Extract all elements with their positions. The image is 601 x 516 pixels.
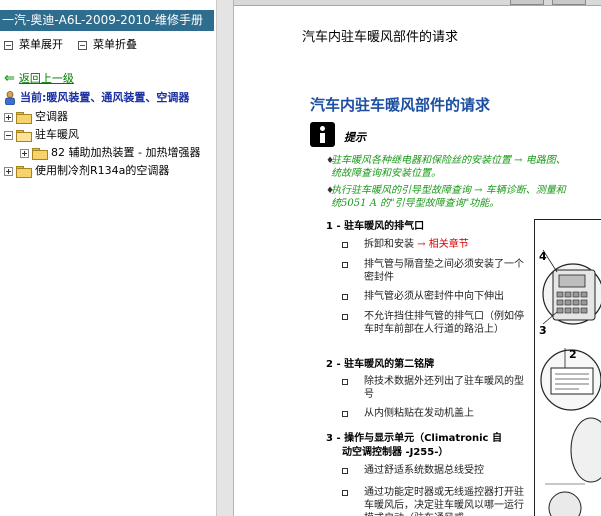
section-heading-line: 3 - 操作与显示单元（Climatronic 自 bbox=[326, 433, 502, 444]
panel-splitter[interactable] bbox=[217, 0, 234, 516]
manual-title: 一汽-奥迪-A6L-2009-2010-维修手册 bbox=[2, 13, 204, 27]
section-heading-line: 动空调控制器 -J255-） bbox=[342, 447, 449, 458]
related-chapter-link[interactable]: → 相关章节 bbox=[414, 239, 469, 250]
folder-icon bbox=[32, 147, 48, 160]
hint-label: 提示 bbox=[344, 131, 366, 144]
checkbox-bullet-icon bbox=[342, 262, 348, 268]
checkbox-bullet-icon bbox=[342, 411, 348, 417]
section-item: 排气管与隔音垫之间必须安装了一个密封件 bbox=[364, 259, 524, 283]
person-icon bbox=[5, 91, 15, 105]
current-location-label: 当前:暖风装置、通风装置、空调器 bbox=[20, 91, 190, 104]
open-folder-icon bbox=[16, 129, 32, 142]
checkbox-bullet-icon bbox=[342, 242, 348, 248]
checkbox-bullet-icon bbox=[342, 294, 348, 300]
figure-label: 3 bbox=[539, 324, 547, 337]
expand-plus-icon[interactable] bbox=[4, 112, 13, 122]
hint-note-text: 统5051 A 的"引导型故障查询"功能。 bbox=[331, 198, 500, 209]
collapse-minus-icon[interactable] bbox=[4, 130, 13, 140]
hint-note-text: 驻车暖风各种继电器和保险丝的安装位置 bbox=[331, 155, 511, 166]
back-link[interactable]: ⇐ 返回上一级 bbox=[4, 72, 74, 86]
section-item: 从内侧粘贴在发动机盖上 bbox=[364, 408, 474, 419]
document-title: 汽车内驻车暖风部件的请求 bbox=[310, 96, 491, 114]
checkbox-bullet-icon bbox=[342, 379, 348, 385]
tree-item-label: 82 辅助加热装置 - 加热增强器 bbox=[51, 146, 201, 159]
navigation-panel: 一汽-奥迪-A6L-2009-2010-维修手册 菜单展开 菜单折叠 ⇐ 返回上… bbox=[0, 0, 217, 516]
figure-label: 2 bbox=[569, 348, 577, 361]
component-drawing bbox=[540, 249, 601, 516]
document-view: 汽车内驻车暖风部件的请求 汽车内驻车暖风部件的请求 提示 ♦ 驻车暖风各种继电器… bbox=[234, 6, 601, 516]
tree-item-label: 空调器 bbox=[35, 110, 68, 123]
tree-item-parking-heater[interactable]: 驻车暖风 bbox=[4, 127, 79, 143]
expand-plus-icon[interactable] bbox=[4, 166, 13, 176]
hint-note-text: 执行驻车暖风的引导型故障查询 bbox=[331, 185, 471, 196]
checkbox-bullet-icon bbox=[342, 468, 348, 474]
figure-label: 4 bbox=[539, 250, 547, 263]
document-header: 汽车内驻车暖风部件的请求 bbox=[302, 30, 459, 45]
section-heading: 3 - 操作与显示单元（Climatronic 自 动空调控制器 -J255-） bbox=[326, 432, 502, 460]
section-item: 拆卸和安装 → 相关章节 bbox=[364, 238, 528, 251]
back-arrow-icon: ⇐ bbox=[4, 71, 15, 86]
hint-note: 驻车暖风各种继电器和保险丝的安装位置 → 电路图、 统故障查询和安装位置。 bbox=[331, 154, 601, 180]
section-item: 通过舒适系统数据总线受控 bbox=[364, 465, 484, 476]
expand-menu-label: 菜单展开 bbox=[19, 38, 63, 51]
section-item: 除技术数据外还列出了驻车暖风的型号 bbox=[364, 376, 524, 400]
folder-icon bbox=[16, 111, 32, 124]
tree-item-auxiliary-heater[interactable]: 82 辅助加热装置 - 加热增强器 bbox=[20, 145, 200, 161]
expand-plus-icon[interactable] bbox=[20, 148, 29, 158]
toolbar-button[interactable] bbox=[510, 0, 544, 5]
tree-item-r134a-ac[interactable]: 使用制冷剂R134a的空调器 bbox=[4, 163, 169, 179]
expand-menu-button[interactable]: 菜单展开 bbox=[4, 38, 63, 52]
section-item: 不允许挡住排气管的排气口（例如停车时车前部在人行道的路沿上） bbox=[364, 311, 524, 335]
section-heading: 1 - 驻车暖风的排气口 bbox=[326, 221, 425, 232]
tree-item-label: 驻车暖风 bbox=[35, 128, 79, 141]
folder-icon bbox=[16, 165, 32, 178]
expand-menu-icon bbox=[4, 40, 13, 50]
checkbox-bullet-icon bbox=[342, 314, 348, 320]
collapse-menu-label: 菜单折叠 bbox=[93, 38, 137, 51]
section-item: 通过功能定时器或无线遥控器打开驻车暖风后，决定驻车暖风以哪一运行模式启动（驻车通… bbox=[364, 487, 524, 516]
toolbar-button[interactable] bbox=[552, 0, 586, 5]
hint-note-link[interactable]: → 车辆诊断、测量和 bbox=[471, 185, 566, 196]
current-location: 当前:暖风装置、通风装置、空调器 bbox=[4, 90, 189, 106]
checkbox-bullet-icon bbox=[342, 490, 348, 496]
info-icon bbox=[310, 122, 335, 147]
section-item: 排气管必须从密封件中向下伸出 bbox=[364, 291, 504, 302]
hint-note-link[interactable]: → 电路图、 bbox=[511, 155, 566, 166]
item-text: 拆卸和安装 bbox=[364, 239, 414, 250]
hint-note-text: 统故障查询和安装位置。 bbox=[331, 168, 441, 179]
tree-item-label: 使用制冷剂R134a的空调器 bbox=[35, 164, 170, 177]
back-link-label: 返回上一级 bbox=[18, 72, 74, 85]
collapse-menu-icon bbox=[78, 40, 87, 50]
manual-title-bar: 一汽-奥迪-A6L-2009-2010-维修手册 bbox=[0, 10, 214, 31]
collapse-menu-button[interactable]: 菜单折叠 bbox=[78, 38, 137, 52]
section-heading: 2 - 驻车暖风的第二铭牌 bbox=[326, 359, 435, 370]
hint-note: 执行驻车暖风的引导型故障查询 → 车辆诊断、测量和 统5051 A 的"引导型故… bbox=[331, 184, 601, 210]
tree-item-air-conditioner[interactable]: 空调器 bbox=[4, 109, 68, 125]
component-figure: 4 3 2 bbox=[534, 219, 601, 516]
